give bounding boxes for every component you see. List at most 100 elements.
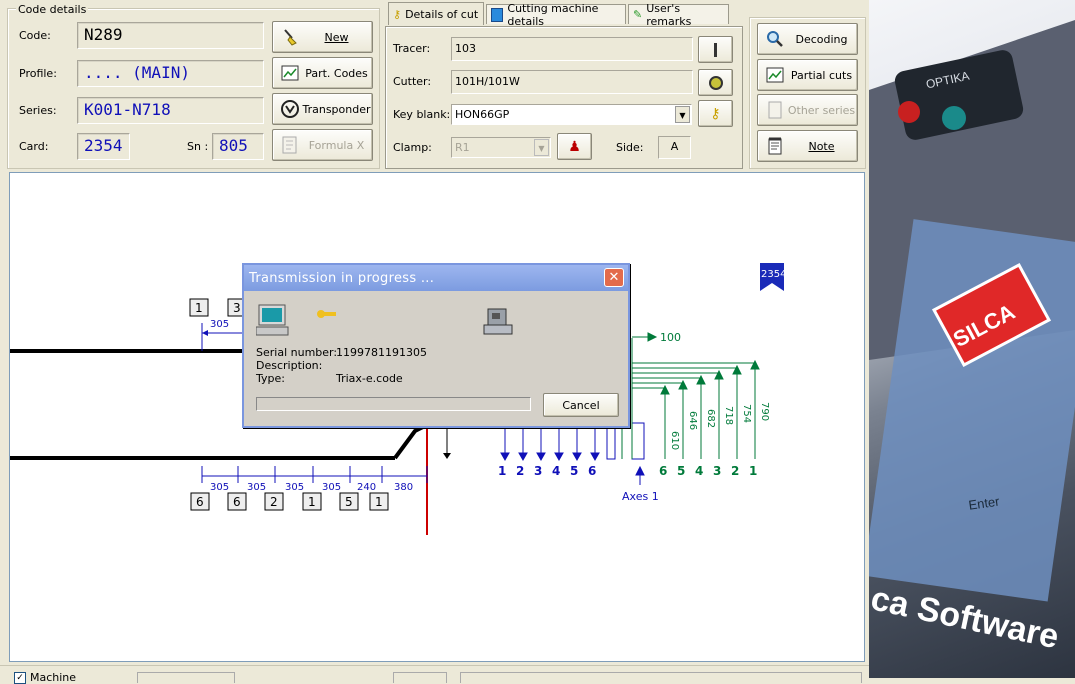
bottom-dim-label: 240 <box>357 482 376 493</box>
formula-button[interactable]: Formula X <box>272 129 373 161</box>
green-dim-label: 790 <box>759 402 770 421</box>
transponder-button[interactable]: Transponder <box>272 93 373 125</box>
axis-number-blue: 5 <box>570 464 578 478</box>
key-icon: ⚷ <box>393 7 402 21</box>
note-button[interactable]: Note <box>757 130 858 162</box>
card-field[interactable]: 2354 <box>77 133 130 160</box>
tab-users-remarks[interactable]: ✎ User's remarks <box>628 2 729 28</box>
broom-icon <box>279 27 301 47</box>
axis-number-blue: 6 <box>588 464 596 478</box>
new-button[interactable]: New <box>272 21 373 53</box>
bottom-cut-boxes <box>190 492 389 511</box>
axes-label: Axes 1 <box>622 490 659 503</box>
profile-field[interactable]: .... (MAIN) <box>77 60 264 87</box>
cutter-label: Cutter: <box>393 75 432 88</box>
axis-number-green: 2 <box>731 464 739 478</box>
computer-icon <box>255 303 290 340</box>
bottom-cut-label: 1 <box>375 495 383 509</box>
series-label: Series: <box>19 104 57 117</box>
silca-promo-image: OPTIKA SILCA Enter ca Software <box>869 0 1075 678</box>
type-value: Triax-e.code <box>336 372 403 385</box>
tracer-button[interactable] <box>698 36 733 63</box>
clamp-select[interactable]: R1 ▼ <box>451 137 551 158</box>
dropdown-arrow-icon[interactable]: ▼ <box>675 106 690 123</box>
cancel-button[interactable]: Cancel <box>543 393 619 417</box>
bottom-dim-label: 305 <box>210 482 229 493</box>
side-field[interactable]: A <box>658 136 691 159</box>
profile-label: Profile: <box>19 67 57 80</box>
green-dim-label: 646 <box>687 411 698 430</box>
code-field[interactable]: N289 <box>77 22 264 49</box>
dialog-title: Transmission in progress ... <box>249 270 435 286</box>
axis-number-green: 3 <box>713 464 721 478</box>
key-blank-label: Key blank: <box>393 108 451 121</box>
cutter-icon <box>708 75 723 90</box>
sn-field[interactable]: 805 <box>212 133 264 160</box>
top-cut-label: 3 <box>233 301 241 315</box>
key-blank-button[interactable]: ⚷ <box>698 100 733 127</box>
serial-label: Serial number: <box>256 346 338 359</box>
bottom-dim-label: 305 <box>285 482 304 493</box>
clamp-button[interactable]: ♟ <box>557 133 592 160</box>
axis-number-blue: 2 <box>516 464 524 478</box>
transponder-icon <box>279 99 301 119</box>
top-cut-label: 1 <box>195 301 203 315</box>
axis-number-green: 1 <box>749 464 757 478</box>
series-field[interactable]: K001-N718 <box>77 97 264 124</box>
chart-icon <box>764 65 786 85</box>
bottom-cut-label: 6 <box>233 495 241 509</box>
green-dim-label: 610 <box>669 431 680 450</box>
bottom-dim-label: 380 <box>394 482 413 493</box>
clamp-label: Clamp: <box>393 141 432 154</box>
magnifier-icon <box>764 29 786 49</box>
clamp-icon: ♟ <box>568 138 581 155</box>
bottom-cut-label: 1 <box>308 495 316 509</box>
formula-icon <box>279 135 301 155</box>
green-depth-arrows <box>621 332 760 459</box>
code-label: Code: <box>19 29 51 42</box>
green-dim-label: 754 <box>741 404 752 423</box>
chart-icon <box>279 63 301 83</box>
axis-number-green: 5 <box>677 464 685 478</box>
tracer-field[interactable]: 103 <box>451 37 693 61</box>
dropdown-arrow-icon: ▼ <box>534 139 549 156</box>
code-details-title: Code details <box>16 3 89 16</box>
bottom-cut-label: 5 <box>345 495 353 509</box>
red-knob <box>898 101 920 123</box>
tab-cutting-machine-details[interactable]: Cutting machine details <box>486 2 626 28</box>
description-label: Description: <box>256 359 323 372</box>
bottom-cut-label: 2 <box>270 495 278 509</box>
cutter-field[interactable]: 101H/101W <box>451 70 693 94</box>
key-transfer-icon <box>316 307 338 324</box>
bottom-dim-label: 305 <box>322 482 341 493</box>
key-blank-select[interactable]: HON66GP ▼ <box>451 104 692 125</box>
axis-number-blue: 1 <box>498 464 506 478</box>
card-label: Card: <box>19 140 49 153</box>
cutter-button[interactable] <box>698 69 733 96</box>
progress-bar <box>256 397 531 411</box>
other-series-button[interactable]: Other series <box>757 94 858 126</box>
main-window: Code details Code: N289 Profile: .... (M… <box>0 0 869 684</box>
partial-cuts-button[interactable]: Partial cuts <box>757 59 858 91</box>
card-tag-label: 2354 <box>761 269 786 280</box>
sn-label: Sn : <box>187 140 209 153</box>
part-codes-button[interactable]: Part. Codes <box>272 57 373 89</box>
axis-number-green: 4 <box>695 464 703 478</box>
machine-checkbox[interactable]: ✓ <box>14 672 26 684</box>
transmission-dialog: Transmission in progress ... ✕ Serial nu… <box>242 263 630 428</box>
pencil-icon: ✎ <box>633 8 643 21</box>
bottom-bar: ✓ Machine <box>0 665 869 684</box>
dialog-titlebar: Transmission in progress ... ✕ <box>244 265 628 291</box>
axis-number-green: 6 <box>659 464 667 478</box>
bottom-dim-label: 305 <box>247 482 266 493</box>
key-icon: ⚷ <box>710 105 721 122</box>
tab-details-of-cut[interactable]: ⚷ Details of cut <box>388 2 484 25</box>
green-dim-label: 682 <box>705 409 716 428</box>
top-offset-label: 100 <box>660 331 681 344</box>
close-icon[interactable]: ✕ <box>604 268 624 287</box>
side-label: Side: <box>616 141 644 154</box>
decoding-button[interactable]: Decoding <box>757 23 858 55</box>
axis-number-blue: 3 <box>534 464 542 478</box>
tracer-label: Tracer: <box>393 42 431 55</box>
axis-number-blue: 4 <box>552 464 560 478</box>
